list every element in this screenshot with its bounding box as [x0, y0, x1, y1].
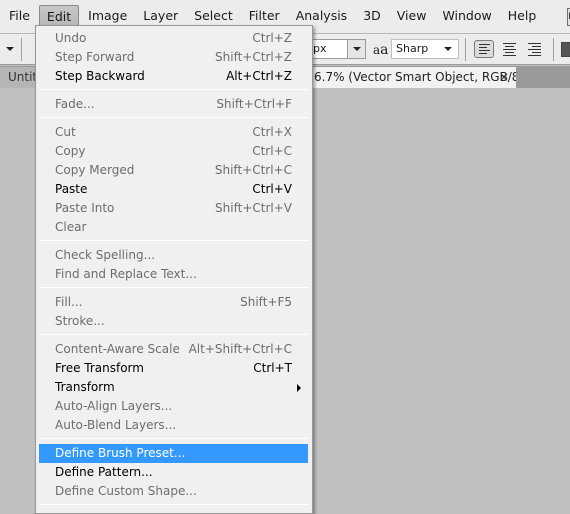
menu-item-shortcut: Alt+Shift+Ctrl+C	[188, 342, 292, 356]
align-right-button[interactable]	[525, 40, 545, 58]
antialias-select[interactable]: Sharp	[391, 39, 459, 59]
menu-separator	[39, 287, 308, 288]
menu-separator	[39, 89, 308, 90]
menu-separator	[39, 438, 308, 439]
menu-item-find-and-replace-text[interactable]: Find and Replace Text...	[39, 265, 308, 284]
menu-item-shortcut: Ctrl+V	[252, 182, 292, 196]
menu-item-label: Check Spelling...	[55, 248, 156, 262]
menu-item-fill[interactable]: Fill... Shift+F5	[39, 293, 308, 312]
align-center-button[interactable]	[500, 40, 520, 58]
menu-separator	[39, 117, 308, 118]
menu-item-shortcut: Ctrl+C	[252, 144, 292, 158]
menu-item-check-spelling[interactable]: Check Spelling...	[39, 246, 308, 265]
menu-item-label: Copy	[55, 144, 86, 158]
menu-separator	[39, 334, 308, 335]
menu-view[interactable]: View	[390, 5, 434, 29]
close-icon[interactable]: ×	[499, 67, 509, 88]
menu-item-cut[interactable]: Cut Ctrl+X	[39, 123, 308, 142]
menu-item-shortcut: Shift+Ctrl+F	[216, 97, 292, 111]
menu-item-label: Auto-Align Layers...	[55, 399, 173, 413]
menu-item-shortcut: Alt+Ctrl+Z	[226, 69, 292, 83]
tab-active-document[interactable]: 6.7% (Vector Smart Object, RGB/8) * ×	[290, 67, 516, 88]
menu-item-transform[interactable]: Transform	[39, 378, 308, 397]
menu-item-label: Undo	[55, 31, 87, 45]
align-left-button[interactable]	[474, 40, 494, 58]
menu-item-copy[interactable]: Copy Ctrl+C	[39, 142, 308, 161]
submenu-arrow-icon	[297, 384, 301, 392]
menu-item-step-backward[interactable]: Step Backward Alt+Ctrl+Z	[39, 67, 308, 86]
font-size-dropdown-button[interactable]	[347, 40, 365, 58]
menu-item-paste[interactable]: Paste Ctrl+V	[39, 180, 308, 199]
menu-3d[interactable]: 3D	[356, 5, 388, 29]
menu-separator	[39, 504, 308, 505]
menu-item-label: Clear	[55, 220, 87, 234]
menu-item-define-brush-preset[interactable]: Define Brush Preset...	[39, 444, 308, 463]
menu-item-label: Fade...	[55, 97, 95, 111]
chevron-down-icon	[353, 47, 361, 51]
options-separator	[465, 38, 466, 61]
menu-file[interactable]: File	[2, 5, 37, 29]
menu-item-shortcut: Ctrl+X	[252, 125, 292, 139]
menu-item-shortcut: Shift+Ctrl+Z	[215, 50, 292, 64]
menu-item-content-aware-scale[interactable]: Content-Aware Scale Alt+Shift+Ctrl+C	[39, 340, 308, 359]
menu-item-undo[interactable]: Undo Ctrl+Z	[39, 29, 308, 48]
menu-item-shortcut: Ctrl+Z	[252, 31, 292, 45]
edit-menu-dropdown: Undo Ctrl+Z Step Forward Shift+Ctrl+Z Step B…	[35, 25, 313, 514]
font-size-value: px	[313, 42, 327, 55]
menu-item-free-transform[interactable]: Free Transform Ctrl+T	[39, 359, 308, 378]
menu-item-label: Find and Replace Text...	[55, 267, 197, 281]
options-separator	[553, 38, 554, 61]
menu-item-label: Content-Aware Scale	[55, 342, 180, 356]
menu-item-stroke[interactable]: Stroke...	[39, 312, 308, 331]
menu-item-label: Copy Merged	[55, 163, 135, 177]
antialias-icon: aa	[373, 42, 389, 58]
menu-item-auto-align-layers[interactable]: Auto-Align Layers...	[39, 397, 308, 416]
options-separator	[21, 38, 22, 61]
menu-item-auto-blend-layers[interactable]: Auto-Blend Layers...	[39, 416, 308, 435]
menu-item-define-pattern[interactable]: Define Pattern...	[39, 463, 308, 482]
menu-separator	[39, 240, 308, 241]
menu-item-clear[interactable]: Clear	[39, 218, 308, 237]
text-color-swatch[interactable]	[561, 42, 570, 57]
menu-item-paste-into[interactable]: Paste Into Shift+Ctrl+V	[39, 199, 308, 218]
menu-item-label: Define Brush Preset...	[55, 446, 186, 460]
menu-item-label: Free Transform	[55, 361, 144, 375]
menu-item-copy-merged[interactable]: Copy Merged Shift+Ctrl+C	[39, 161, 308, 180]
menu-item-define-custom-shape[interactable]: Define Custom Shape...	[39, 482, 308, 501]
menu-item-shortcut: Shift+Ctrl+V	[215, 201, 292, 215]
menu-item-label: Stroke...	[55, 314, 105, 328]
menu-help[interactable]: Help	[501, 5, 544, 29]
menu-item-step-forward[interactable]: Step Forward Shift+Ctrl+Z	[39, 48, 308, 67]
menu-item-label: Step Backward	[55, 69, 145, 83]
menu-item-label: Paste Into	[55, 201, 115, 215]
menu-item-shortcut: Ctrl+T	[253, 361, 292, 375]
menu-item-fade[interactable]: Fade... Shift+Ctrl+F	[39, 95, 308, 114]
chevron-down-icon	[444, 47, 452, 51]
menu-item-shortcut: Shift+Ctrl+C	[214, 163, 292, 177]
menu-item-label: Auto-Blend Layers...	[55, 418, 177, 432]
menu-item-label: Paste	[55, 182, 88, 196]
menu-item-shortcut: Shift+F5	[240, 295, 292, 309]
menu-item-label: Define Custom Shape...	[55, 484, 197, 498]
menu-window[interactable]: Window	[435, 5, 498, 29]
menu-item-label: Define Pattern...	[55, 465, 153, 479]
tab-title: 6.7% (Vector Smart Object, RGB/8) *	[314, 70, 516, 84]
menu-item-label: Fill...	[55, 295, 83, 309]
tool-preset-dropdown-icon[interactable]	[6, 47, 14, 51]
antialias-value: Sharp	[396, 42, 429, 55]
menu-item-label: Transform	[55, 380, 115, 394]
tab-untitled[interactable]: Untitled	[0, 67, 40, 88]
menu-item-label: Step Forward	[55, 50, 135, 64]
menu-item-label: Cut	[55, 125, 76, 139]
